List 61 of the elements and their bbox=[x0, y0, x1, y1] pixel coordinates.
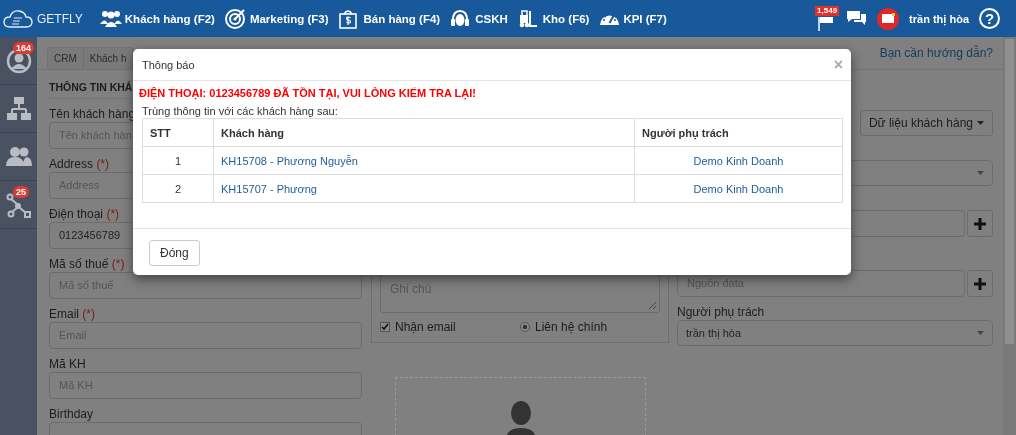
count-badge: 25 bbox=[13, 186, 29, 198]
field-label: Người phụ trách bbox=[677, 305, 765, 320]
person-silhouette-icon bbox=[505, 400, 536, 435]
caret-icon bbox=[977, 171, 984, 175]
select-field[interactable]: trần thị hòa bbox=[677, 320, 993, 346]
target-icon bbox=[224, 8, 247, 29]
sidebar-item[interactable]: 164 bbox=[0, 37, 37, 85]
nav-link[interactable]: Khách hàng (F2) bbox=[99, 8, 215, 29]
caret-icon bbox=[977, 121, 984, 125]
customer-link[interactable]: KH15707 - Phương bbox=[213, 174, 635, 203]
nav-link[interactable]: CSKH bbox=[450, 8, 508, 29]
column-header: Khách hàng bbox=[213, 118, 635, 147]
notification-badge: 1,549 bbox=[815, 5, 840, 16]
help-button[interactable]: ? bbox=[979, 8, 1000, 29]
people-icon bbox=[99, 8, 122, 29]
close-button[interactable]: × bbox=[833, 56, 843, 73]
breadcrumb-link[interactable]: CRM bbox=[48, 47, 84, 69]
close-dialog-button[interactable]: Đóng bbox=[149, 240, 200, 266]
table-cell: 2 bbox=[142, 174, 214, 203]
column-header: STT bbox=[142, 118, 214, 147]
logo-cloud-icon bbox=[3, 8, 33, 29]
dialog-message: Trùng thông tin với các khách hàng sau: bbox=[142, 105, 339, 117]
field-label: Birthday bbox=[49, 407, 94, 422]
user-name[interactable]: trần thị hòa bbox=[909, 12, 969, 25]
error-message: ĐIỆN THOẠI: 0123456789 ĐÃ TỒN TẠI, VUI LÒNG KIỂM TRA LẠI! bbox=[139, 87, 477, 99]
sitemap-icon bbox=[5, 95, 32, 122]
data-dropdown-button[interactable]: Dữ liệu khách hàng bbox=[859, 110, 993, 136]
field-label: Mã KH bbox=[49, 357, 86, 372]
branch-icon bbox=[5, 191, 32, 218]
option-label[interactable]: Liên hệ chính bbox=[520, 320, 660, 334]
count-badge: 164 bbox=[13, 42, 35, 54]
nav-link[interactable]: Bán hàng (F4) bbox=[338, 8, 441, 29]
card-icon[interactable] bbox=[877, 7, 900, 30]
sidebar-item[interactable]: 25 bbox=[0, 181, 37, 229]
add-button[interactable] bbox=[967, 210, 993, 237]
dialog-title: Thông báo bbox=[142, 58, 195, 71]
table-cell: 1 bbox=[142, 146, 214, 175]
help-link[interactable]: Bạn cần hướng dẫn? bbox=[879, 46, 993, 60]
field-label: Address (*) bbox=[49, 157, 110, 172]
field-label: Email (*) bbox=[49, 307, 96, 322]
radio-button[interactable] bbox=[520, 322, 530, 332]
flag-icon[interactable] bbox=[818, 16, 835, 31]
add-button[interactable] bbox=[967, 270, 993, 297]
section-title: THÔNG TIN KHÁ bbox=[49, 80, 133, 99]
resize-handle-icon bbox=[648, 301, 657, 310]
nav-link[interactable]: KPI (F7) bbox=[599, 11, 667, 26]
nav-link[interactable]: Marketing (F3) bbox=[224, 8, 329, 29]
logo-text: GETFLY bbox=[37, 11, 83, 26]
field-label: Điện thoại (*) bbox=[49, 207, 120, 222]
plus-icon bbox=[974, 217, 986, 230]
column-header: Người phụ trách bbox=[634, 118, 843, 147]
checkbox[interactable] bbox=[380, 322, 390, 332]
owner-link[interactable]: Demo Kinh Doanh bbox=[634, 174, 843, 203]
forklift-icon bbox=[517, 8, 540, 29]
plus-icon bbox=[974, 277, 986, 290]
field-label: Mã số thuế (*) bbox=[49, 257, 125, 272]
option-label[interactable]: Nhận email bbox=[380, 320, 520, 334]
caret-icon bbox=[977, 331, 984, 335]
owner-link[interactable]: Demo Kinh Doanh bbox=[634, 146, 843, 175]
customer-link[interactable]: KH15708 - Phương Nguyễn bbox=[213, 146, 635, 175]
nav-link[interactable]: Kho (F6) bbox=[517, 8, 590, 29]
